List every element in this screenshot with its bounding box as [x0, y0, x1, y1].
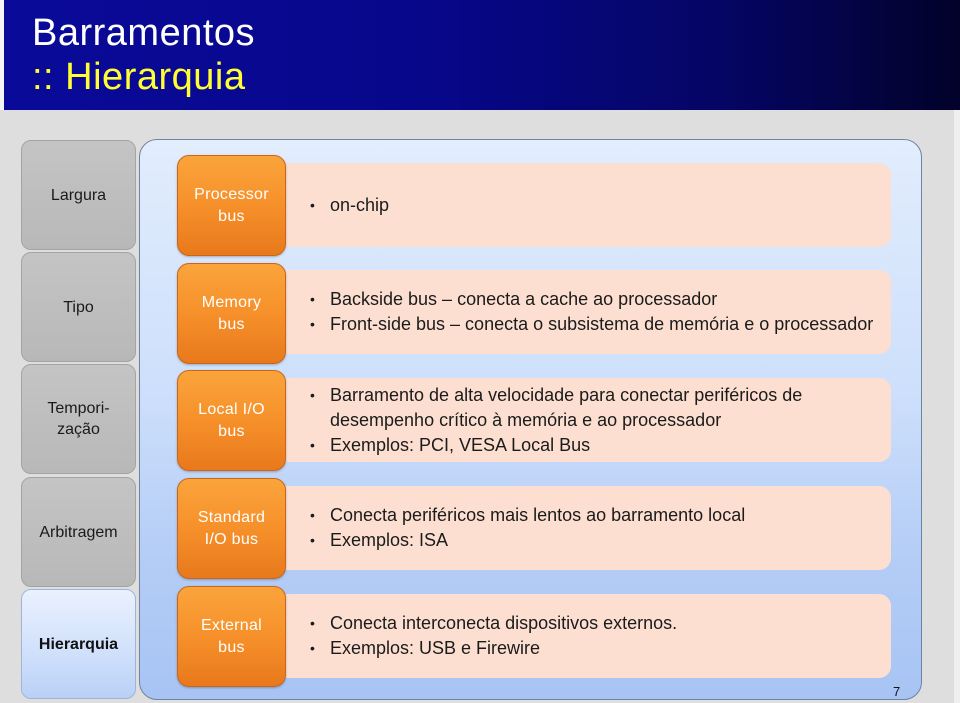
slide-subtitle: :: Hierarquia — [32, 56, 246, 98]
bus-box-local-io: Local I/O bus — [177, 370, 286, 471]
list-item: • Front-side bus – conecta o subsistema d… — [308, 312, 891, 337]
list-item: • Exemplos: PCI, VESA Local Bus — [308, 433, 891, 458]
tab-label: Largura — [50, 186, 107, 204]
tab-temporizacao[interactable]: Tempori- zação — [21, 364, 136, 474]
bullet-icon: • — [310, 386, 315, 403]
description-local-io-bus: • Barramento de alta velocidade para cone… — [284, 378, 891, 462]
tab-label: Tempori- zação — [47, 400, 110, 438]
bus-box-processor: Processor bus — [177, 155, 286, 256]
bus-box-memory: Memory bus — [177, 263, 286, 364]
list-item: • Conecta interconecta dispositivos exter… — [308, 611, 891, 636]
description-memory-bus: • Backside bus – conecta a cache ao proce… — [284, 270, 891, 354]
bus-label: Memory bus — [201, 293, 262, 333]
tab-label: Arbitragem — [39, 523, 118, 541]
list-item: • Exemplos: ISA — [308, 528, 891, 553]
right-edge-strip — [954, 110, 960, 703]
description-external-bus: • Conecta interconecta dispositivos exter… — [284, 594, 891, 678]
list-item: • Backside bus – conecta a cache ao proce… — [308, 287, 891, 312]
tab-arbitragem[interactable]: Arbitragem — [21, 477, 136, 587]
bus-box-standard-io: Standard I/O bus — [177, 478, 286, 579]
bus-label: Processor bus — [194, 185, 269, 225]
tab-largura[interactable]: Largura — [21, 140, 136, 250]
bus-label: Local I/O bus — [198, 400, 265, 440]
bullet-icon: • — [310, 291, 315, 307]
bullet-icon: • — [310, 316, 315, 332]
bullet-icon: • — [310, 196, 315, 213]
bus-box-external: External bus — [177, 586, 286, 687]
bullet-icon: • — [310, 507, 315, 523]
page-number: 7 — [893, 684, 901, 699]
list-item: • Barramento de alta velocidade para cone… — [310, 384, 803, 430]
bus-label: External bus — [200, 616, 263, 656]
tab-tipo[interactable]: Tipo — [21, 252, 136, 362]
description-processor-bus: • on-chip — [284, 163, 891, 247]
tab-label: Tipo — [63, 298, 94, 316]
bullet-icon: • — [310, 615, 315, 631]
list-item: • Exemplos: USB e Firewire — [308, 636, 891, 661]
bullet-icon: • — [310, 436, 315, 453]
slide-title-bar: Barramentos :: Hierarquia — [4, 0, 960, 110]
list-item: • on-chip — [308, 193, 891, 218]
tab-hierarquia[interactable]: Hierarquia — [21, 589, 136, 699]
bus-label: Standard I/O bus — [197, 508, 266, 548]
bullet-icon: • — [310, 640, 315, 656]
tab-label: Hierarquia — [38, 635, 119, 653]
slide-title: Barramentos — [32, 12, 256, 54]
list-item: • Conecta periféricos mais lentos ao barr… — [308, 503, 891, 528]
description-standard-io-bus: • Conecta periféricos mais lentos ao barr… — [284, 486, 891, 570]
bullet-icon: • — [310, 532, 315, 548]
